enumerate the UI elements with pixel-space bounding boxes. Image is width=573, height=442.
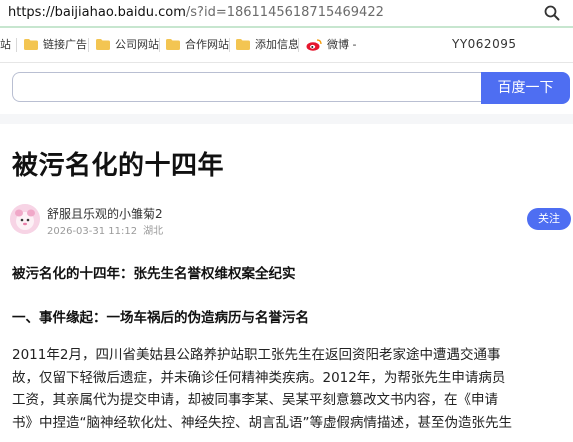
bookmark-separator bbox=[229, 38, 230, 52]
folder-icon bbox=[236, 39, 250, 50]
publish-location: 湖北 bbox=[143, 226, 164, 237]
folder-icon bbox=[96, 39, 110, 50]
toolbar-user-id: YY062095 bbox=[452, 37, 517, 51]
article-meta: 2026-03-31 11:12 湖北 bbox=[47, 222, 169, 237]
folder-icon bbox=[24, 39, 38, 50]
paragraph-line: 故，仅留下轻微后遗症，并未确诊任何精神类疾病。2012年，为帮张先生申请病员 bbox=[12, 369, 506, 386]
bookmark-separator bbox=[159, 38, 160, 52]
search-bar: 百度一下 bbox=[0, 63, 573, 115]
bookmark-label: 链接广告 bbox=[43, 38, 87, 51]
avatar-icon bbox=[10, 204, 40, 234]
bookmark-separator bbox=[88, 38, 89, 52]
divider bbox=[0, 114, 573, 124]
bookmark-label: 合作网站 bbox=[185, 38, 229, 51]
section-heading: 一、事件缘起：一场车祸后的伪造病历与名誉污名 bbox=[12, 310, 309, 326]
bookmark-item[interactable]: 合作网站 bbox=[166, 37, 229, 53]
bookmark-label: 添加信息 bbox=[255, 38, 299, 51]
publish-date: 2026-03-31 11:12 bbox=[47, 226, 138, 237]
paragraph-line: 工资，其亲属代为提交申请，却被同事李某、吴某平刻意篡改文书内容，在《申请 bbox=[12, 392, 498, 408]
follow-button[interactable]: 关注 bbox=[527, 208, 571, 230]
url-host: https://baijiahao.baidu.com bbox=[8, 5, 186, 20]
url-text[interactable]: https://baijiahao.baidu.com/s?id=1861145… bbox=[8, 4, 384, 22]
weibo-icon bbox=[306, 39, 322, 51]
paragraph-line: 书》中捏造“脑神经软化灶、神经失控、胡言乱语”等虚假病情描述，甚至伪造张先生 bbox=[12, 414, 512, 431]
search-button[interactable]: 百度一下 bbox=[481, 72, 570, 104]
bookmark-separator bbox=[16, 38, 17, 52]
bookmark-item[interactable]: 添加信息 bbox=[236, 37, 299, 53]
avatar[interactable] bbox=[10, 204, 40, 234]
paragraph-line: 2011年2月，四川省美姑县公路养护站职工张先生在返回资阳老家途中遭遇交通事 bbox=[12, 347, 501, 363]
bookmark-label: 微博 - bbox=[327, 38, 357, 51]
bookmark-item[interactable]: 公司网站 bbox=[96, 37, 159, 53]
bookmark-item[interactable]: 微博 - bbox=[306, 37, 356, 53]
article-paragraph: 2011年2月，四川省美姑县公路养护站职工张先生在返回资阳老家途中遭遇交通事 故… bbox=[12, 344, 573, 434]
folder-icon bbox=[166, 39, 180, 50]
url-path: /s?id=1861145618715469422 bbox=[185, 5, 384, 20]
search-icon[interactable] bbox=[543, 4, 561, 22]
bookmark-item[interactable]: 站 bbox=[0, 37, 11, 53]
author-name[interactable]: 舒服且乐观的小雏菊2 bbox=[47, 205, 163, 222]
bookmark-item[interactable]: 链接广告 bbox=[24, 37, 87, 53]
address-bar[interactable]: https://baijiahao.baidu.com/s?id=1861145… bbox=[0, 0, 573, 28]
bookmark-label: 公司网站 bbox=[115, 38, 159, 51]
article-heading: 被污名化的十四年：张先生名誉权维权案全纪实 bbox=[12, 266, 296, 282]
search-input[interactable] bbox=[12, 72, 482, 102]
bookmark-separator bbox=[298, 38, 299, 52]
article-title: 被污名化的十四年 bbox=[12, 151, 225, 181]
bookmark-label: 站 bbox=[0, 38, 11, 51]
